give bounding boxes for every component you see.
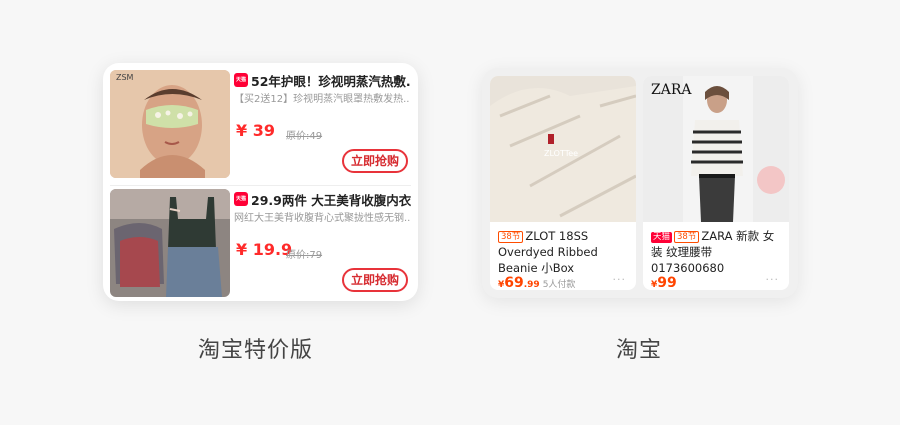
product-image-beanie[interactable]: ZLOTTee xyxy=(490,76,636,222)
product-price: ¥ 39 xyxy=(236,121,275,140)
brand-logo-text: ZARA xyxy=(651,82,692,98)
list-item[interactable]: 天猫 29.9两件 大王美背收腹内衣... 网红大王美背收腹背心式聚拢性感无钢.… xyxy=(110,189,412,299)
tmall-badge-icon: 天猫 xyxy=(234,73,248,87)
image-label-text: ZLOTTee xyxy=(544,149,578,158)
product-subtitle: 【买2送12】珍视明蒸汽眼罩热敷发热... xyxy=(234,94,410,105)
product-title[interactable]: 29.9两件 大王美背收腹内衣... xyxy=(251,190,411,209)
product-card[interactable]: ZLOTTee 38节 ZLOT 18SS Overdyed Ribbed Bea… xyxy=(490,76,636,290)
product-price: ¥69.99 5人付款 xyxy=(498,275,576,290)
product-image-bra[interactable] xyxy=(110,189,230,297)
product-image-zara[interactable]: ZARA xyxy=(643,76,789,222)
product-subtitle: 网红大王美背收腹背心式聚拢性感无钢... xyxy=(234,213,410,224)
sales-count: 5人付款 xyxy=(542,280,576,290)
tmall-badge-icon: 天猫 xyxy=(234,192,248,206)
original-price: 原价:49 xyxy=(286,131,323,142)
brand-logo-text: ZSM xyxy=(116,73,134,82)
more-options-icon[interactable]: ··· xyxy=(613,273,627,286)
product-title[interactable]: 38节 ZLOT 18SS Overdyed Ribbed Beanie 小Box xyxy=(498,228,632,276)
product-card[interactable]: ZARA 天猫 38节 ZARA 新款 女装 纹理腰带 0173600680 ¥99… xyxy=(643,76,789,290)
buy-now-button[interactable]: 立即抢购 xyxy=(342,149,408,173)
caption-taobao: 淘宝 xyxy=(616,338,663,363)
product-price: ¥99 xyxy=(651,275,677,290)
festival-38-badge: 38节 xyxy=(674,231,700,243)
taobao-card: ZLOTTee 38节 ZLOT 18SS Overdyed Ribbed Bea… xyxy=(482,68,798,298)
product-price: ¥ 19.9 xyxy=(236,240,293,259)
original-price: 原价:79 xyxy=(286,250,323,261)
product-title[interactable]: 天猫 38节 ZARA 新款 女装 纹理腰带 0173600680 xyxy=(651,228,785,276)
product-title[interactable]: 52年护眼！珍视明蒸汽热敷... xyxy=(251,71,411,90)
tmall-badge-icon: 天猫 xyxy=(651,232,673,243)
festival-38-badge: 38节 xyxy=(498,231,524,243)
more-options-icon[interactable]: ··· xyxy=(766,273,780,286)
buy-now-button[interactable]: 立即抢购 xyxy=(342,268,408,292)
caption-taobao-lite: 淘宝特价版 xyxy=(198,338,314,363)
divider xyxy=(110,185,411,186)
taobao-lite-card: ZSM 天猫 52年护眼！珍视明蒸汽热敷... 【买2送12】珍视明蒸汽眼罩热敷… xyxy=(103,63,418,301)
product-image-eye-mask[interactable]: ZSM xyxy=(110,70,230,178)
list-item[interactable]: ZSM 天猫 52年护眼！珍视明蒸汽热敷... 【买2送12】珍视明蒸汽眼罩热敷… xyxy=(110,70,412,180)
